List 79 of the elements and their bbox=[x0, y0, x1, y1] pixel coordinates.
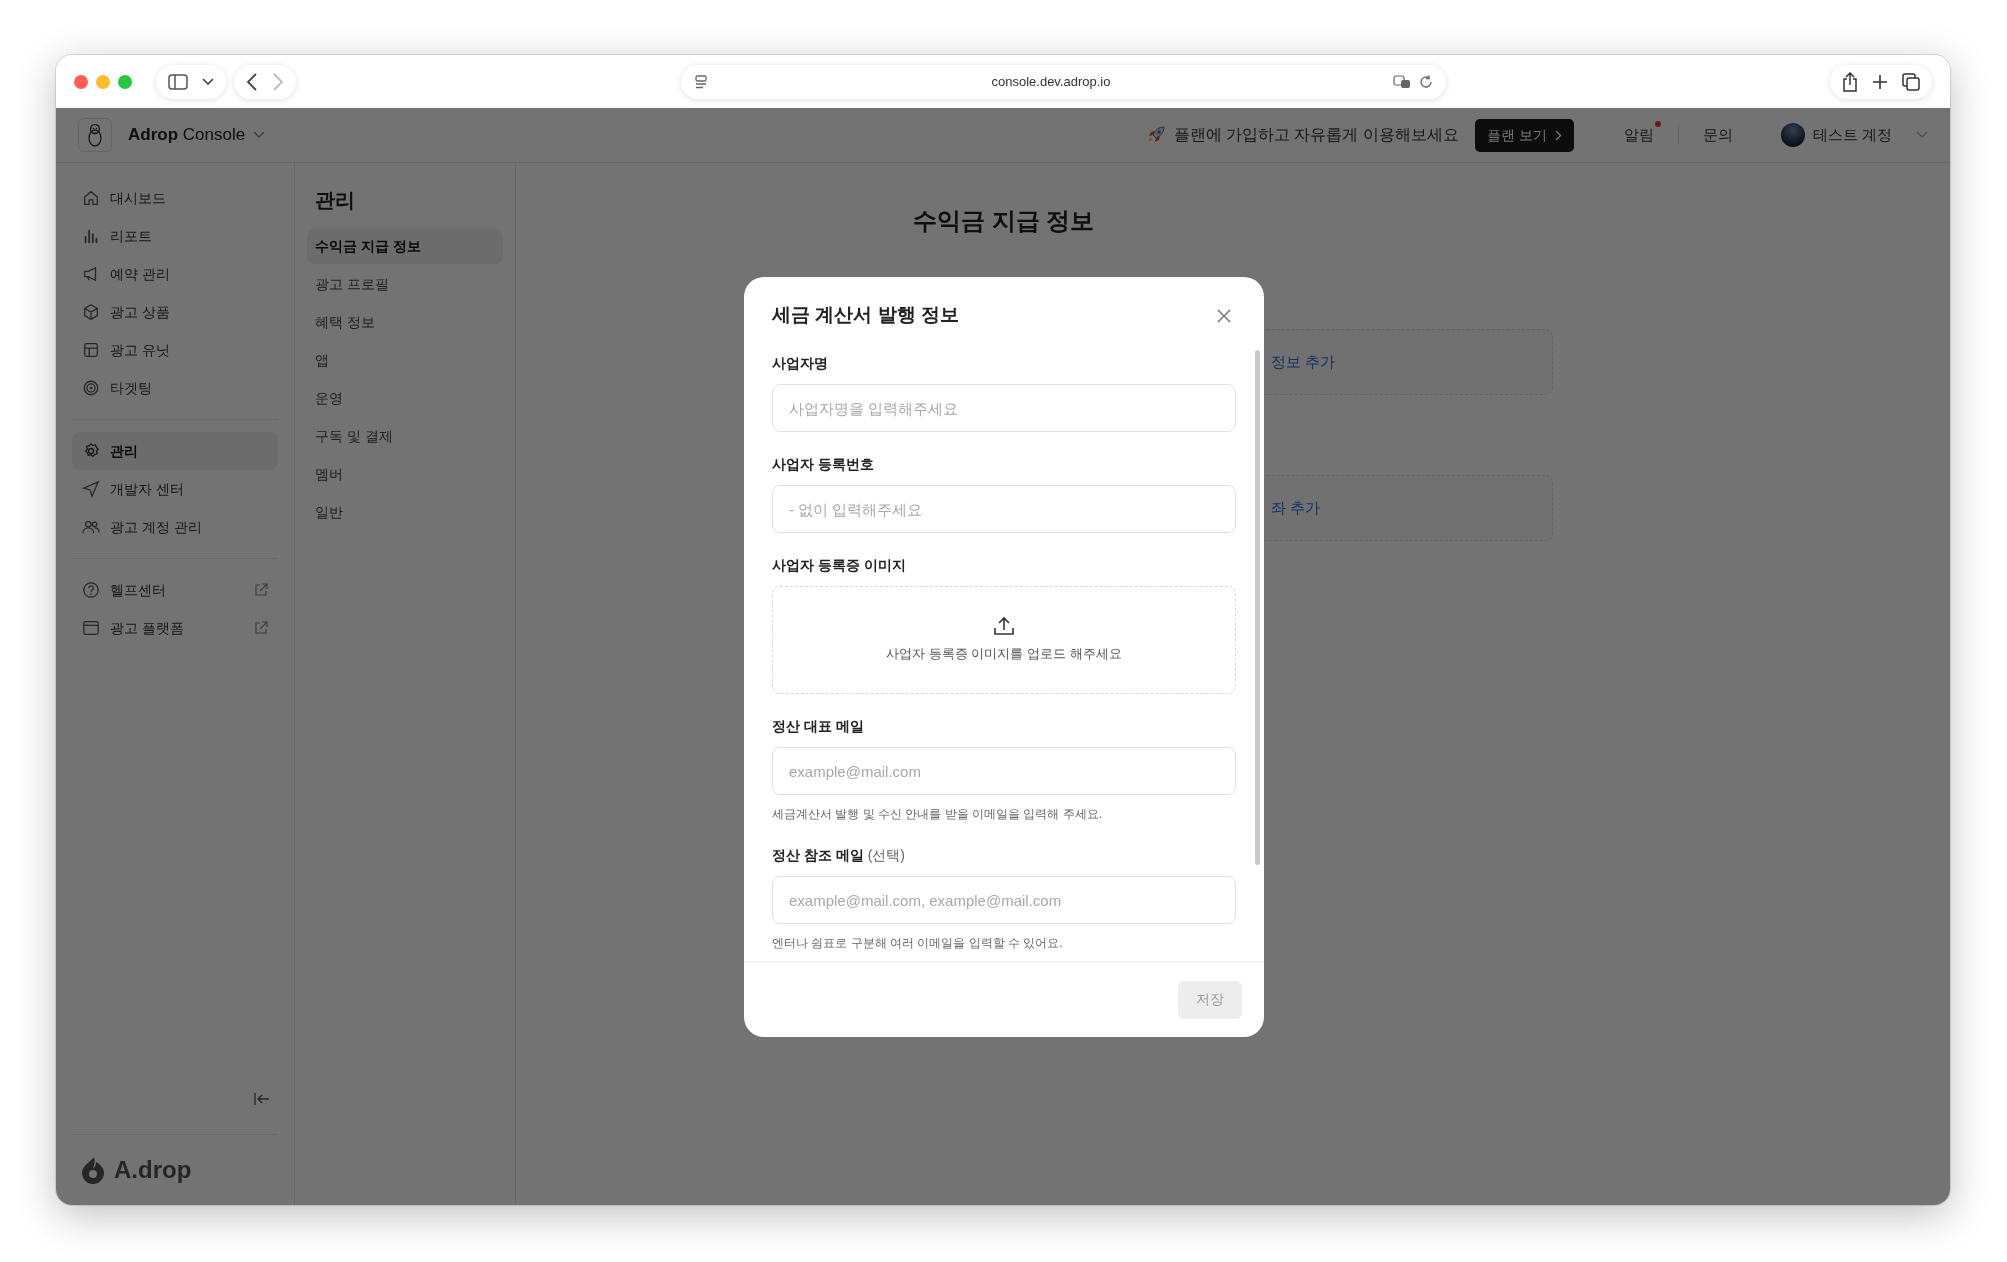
external-link-icon bbox=[254, 621, 268, 635]
page-menu-icon bbox=[692, 74, 709, 89]
sidebar-item[interactable]: 광고 유닛 bbox=[72, 331, 278, 369]
chevron-right-icon bbox=[1554, 129, 1562, 141]
inquiry-link[interactable]: 문의 bbox=[1702, 123, 1733, 147]
back-icon[interactable] bbox=[246, 72, 258, 91]
chevron-down-icon bbox=[202, 77, 214, 86]
submenu-item[interactable]: 혜택 정보 bbox=[307, 305, 503, 340]
helper-text: 세금계산서 발행 및 수신 안내를 받을 이메일을 입력해 주세요. bbox=[772, 806, 1103, 823]
dialog-title: 세금 계산서 발행 정보 bbox=[772, 302, 959, 327]
sidebar-item[interactable]: 헬프센터 bbox=[72, 571, 278, 609]
penguin-logo-icon bbox=[78, 118, 112, 152]
input-field[interactable]: example@mail.com, example@mail.com bbox=[772, 876, 1236, 924]
share-icon[interactable] bbox=[1842, 71, 1858, 92]
send-icon bbox=[82, 480, 100, 498]
sidebar-icon bbox=[168, 73, 188, 90]
field-label: 사업자 등록증 이미지 bbox=[772, 556, 907, 575]
settings-icon bbox=[82, 442, 100, 460]
field-label: 사업자명 bbox=[772, 354, 829, 373]
close-icon bbox=[1216, 307, 1232, 324]
submenu-item[interactable]: 멤버 bbox=[307, 457, 503, 492]
layout-icon bbox=[82, 341, 100, 359]
sidebar-item[interactable]: 대시보드 bbox=[72, 179, 278, 217]
new-tab-icon[interactable] bbox=[1872, 73, 1888, 90]
reload-icon[interactable] bbox=[1419, 74, 1434, 89]
field-label: 정산 참조 메일 (선택) bbox=[772, 846, 906, 865]
drop-logo-icon bbox=[80, 1156, 106, 1184]
address-bar[interactable]: console.dev.adrop.io bbox=[680, 64, 1446, 99]
tabs-icon[interactable] bbox=[1902, 72, 1920, 91]
section-title: 관리 bbox=[314, 188, 356, 213]
submenu-item[interactable]: 수익금 지급 정보 bbox=[307, 229, 503, 264]
account-name[interactable]: 테스트 계정 bbox=[1812, 123, 1892, 147]
sidebar-item[interactable]: 광고 플랫폼 bbox=[72, 609, 278, 647]
sidebar-item[interactable]: 리포트 bbox=[72, 217, 278, 255]
add-link[interactable]: 좌 추가 bbox=[1271, 496, 1321, 520]
submenu-item[interactable]: 일반 bbox=[307, 495, 503, 530]
sidebar-item[interactable]: 타겟팅 bbox=[72, 369, 278, 407]
app-name: Adrop Console bbox=[128, 124, 246, 147]
browser-icon bbox=[82, 619, 100, 637]
field-label: 정산 대표 메일 bbox=[772, 717, 865, 736]
translate-icon[interactable] bbox=[1393, 74, 1412, 89]
submenu-item[interactable]: 광고 프로필 bbox=[307, 267, 503, 302]
close-window-button[interactable] bbox=[74, 74, 88, 89]
input-field[interactable]: - 없이 입력해주세요 bbox=[772, 485, 1236, 533]
users-icon bbox=[82, 518, 100, 536]
home-icon bbox=[82, 189, 100, 207]
sidebar-item[interactable]: 예약 관리 bbox=[72, 255, 278, 293]
sidebar-item[interactable]: 광고 상품 bbox=[72, 293, 278, 331]
brand-logo-text: A.drop bbox=[114, 1155, 192, 1185]
add-link[interactable]: 정보 추가 bbox=[1271, 350, 1336, 374]
upload-icon bbox=[993, 616, 1015, 637]
field-label: 사업자 등록번호 bbox=[772, 455, 875, 474]
sidebar-item[interactable]: 개발자 센터 bbox=[72, 470, 278, 508]
input-field[interactable]: example@mail.com bbox=[772, 747, 1236, 795]
avatar-icon bbox=[1780, 123, 1805, 147]
bar-chart-icon bbox=[82, 227, 100, 245]
sidebar-item[interactable]: 광고 계정 관리 bbox=[72, 508, 278, 546]
chevron-down-icon[interactable] bbox=[253, 131, 266, 139]
upload-area[interactable]: 사업자 등록증 이미지를 업로드 해주세요 bbox=[772, 586, 1236, 694]
helper-text: 엔터나 쉼표로 구분해 여러 이메일을 입력할 수 있어요. bbox=[772, 935, 1064, 952]
target-icon bbox=[82, 379, 100, 397]
promo-text: 플랜에 가입하고 자유롭게 이용해보세요 bbox=[1173, 125, 1459, 145]
sidebar-item[interactable]: 관리 bbox=[72, 432, 278, 470]
help-icon bbox=[82, 581, 100, 599]
scrollbar[interactable] bbox=[1255, 350, 1260, 865]
collapse-sidebar-icon[interactable] bbox=[254, 1092, 270, 1106]
notifications-link[interactable]: 알림 bbox=[1623, 123, 1654, 147]
sidebar-menu-button[interactable] bbox=[156, 64, 226, 99]
submenu-item[interactable]: 구독 및 결제 bbox=[307, 419, 503, 454]
url-text: console.dev.adrop.io bbox=[991, 72, 1111, 91]
submenu-item[interactable]: 운영 bbox=[307, 381, 503, 416]
view-plans-button[interactable]: 플랜 보기 bbox=[1474, 118, 1574, 152]
input-field[interactable]: 사업자명을 입력해주세요 bbox=[772, 384, 1236, 432]
box-icon bbox=[82, 303, 100, 321]
maximize-window-button[interactable] bbox=[118, 74, 132, 89]
page-title: 수익금 지급 정보 bbox=[913, 206, 1096, 236]
external-link-icon bbox=[254, 583, 268, 597]
submenu-item[interactable]: 앱 bbox=[307, 343, 503, 378]
upload-prompt: 사업자 등록증 이미지를 업로드 해주세요 bbox=[886, 645, 1122, 664]
